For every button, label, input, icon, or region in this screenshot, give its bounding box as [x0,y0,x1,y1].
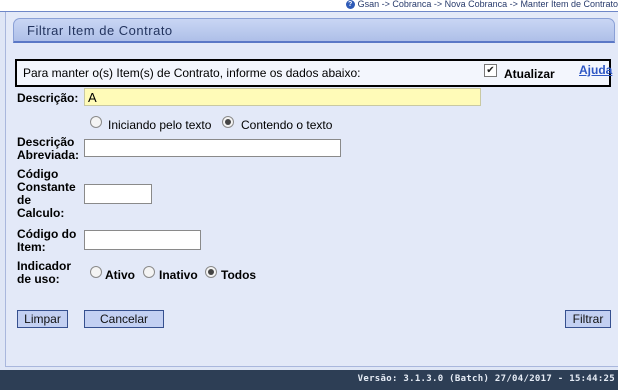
descricao-label: Descrição: [17,91,79,105]
limpar-button[interactable]: Limpar [17,310,68,328]
descricao-abreviada-label-line2: Abreviada: [17,148,80,162]
codigo-constante-label-line3: de [17,193,32,207]
radio-todos-label: Todos [221,268,257,282]
codigo-item-label-line1: Código do [17,227,77,241]
descricao-abreviada-label: Descrição Abreviada: [17,136,79,162]
radio-ativo-label: Ativo [105,268,135,282]
version-text: Versão: 3.1.3.0 (Batch) 27/04/2017 - 15:… [357,374,615,384]
main-panel: Filtrar Item de Contrato Para manter o(s… [5,12,618,367]
footer-bar: Versão: 3.1.3.0 (Batch) 27/04/2017 - 15:… [0,370,618,390]
descricao-abreviada-label-line1: Descrição [17,135,75,149]
descricao-abreviada-input[interactable] [84,139,341,157]
info-bar: Para manter o(s) Item(s) de Contrato, in… [15,59,612,87]
radio-contendo[interactable] [222,116,234,128]
codigo-item-label-line2: Item: [17,240,46,254]
atualizar-label: Atualizar [504,67,555,81]
codigo-constante-label: Código Constante de Calculo: [17,168,76,220]
filtrar-button[interactable]: Filtrar [565,310,611,328]
indicador-uso-label-line1: Indicador [17,259,72,273]
breadcrumb: ? Gsan -> Cobranca -> Nova Cobranca -> Ma… [345,0,618,10]
radio-contendo-label: Contendo o texto [241,118,333,132]
radio-todos[interactable] [205,266,217,278]
codigo-constante-label-line4: Calculo: [17,206,65,220]
atualizar-checkbox[interactable]: ✔ [484,64,497,77]
breadcrumb-bar: ? Gsan -> Cobranca -> Nova Cobranca -> Ma… [0,0,618,12]
radio-ativo[interactable] [90,266,102,278]
breadcrumb-text: Gsan -> Cobranca -> Nova Cobranca -> Man… [357,0,618,9]
codigo-item-input[interactable] [84,230,201,250]
info-message: Para manter o(s) Item(s) de Contrato, in… [23,66,361,80]
indicador-uso-label: Indicador de uso: [17,260,71,286]
descricao-input[interactable] [84,88,481,106]
radio-inativo-label: Inativo [159,268,198,282]
help-link[interactable]: Ajuda [579,63,612,77]
panel-title: Filtrar Item de Contrato [27,23,173,38]
radio-iniciando[interactable] [90,116,102,128]
cancelar-button[interactable]: Cancelar [84,310,164,328]
help-circle-icon: ? [345,0,355,10]
radio-iniciando-label: Iniciando pelo texto [108,118,212,132]
codigo-constante-label-line1: Código [17,167,59,181]
panel-title-bar: Filtrar Item de Contrato [13,18,615,43]
codigo-item-label: Código do Item: [17,228,76,254]
codigo-constante-label-line2: Constante [17,180,76,194]
radio-inativo[interactable] [143,266,155,278]
indicador-uso-label-line2: de uso: [17,272,60,286]
codigo-constante-input[interactable] [84,184,152,204]
